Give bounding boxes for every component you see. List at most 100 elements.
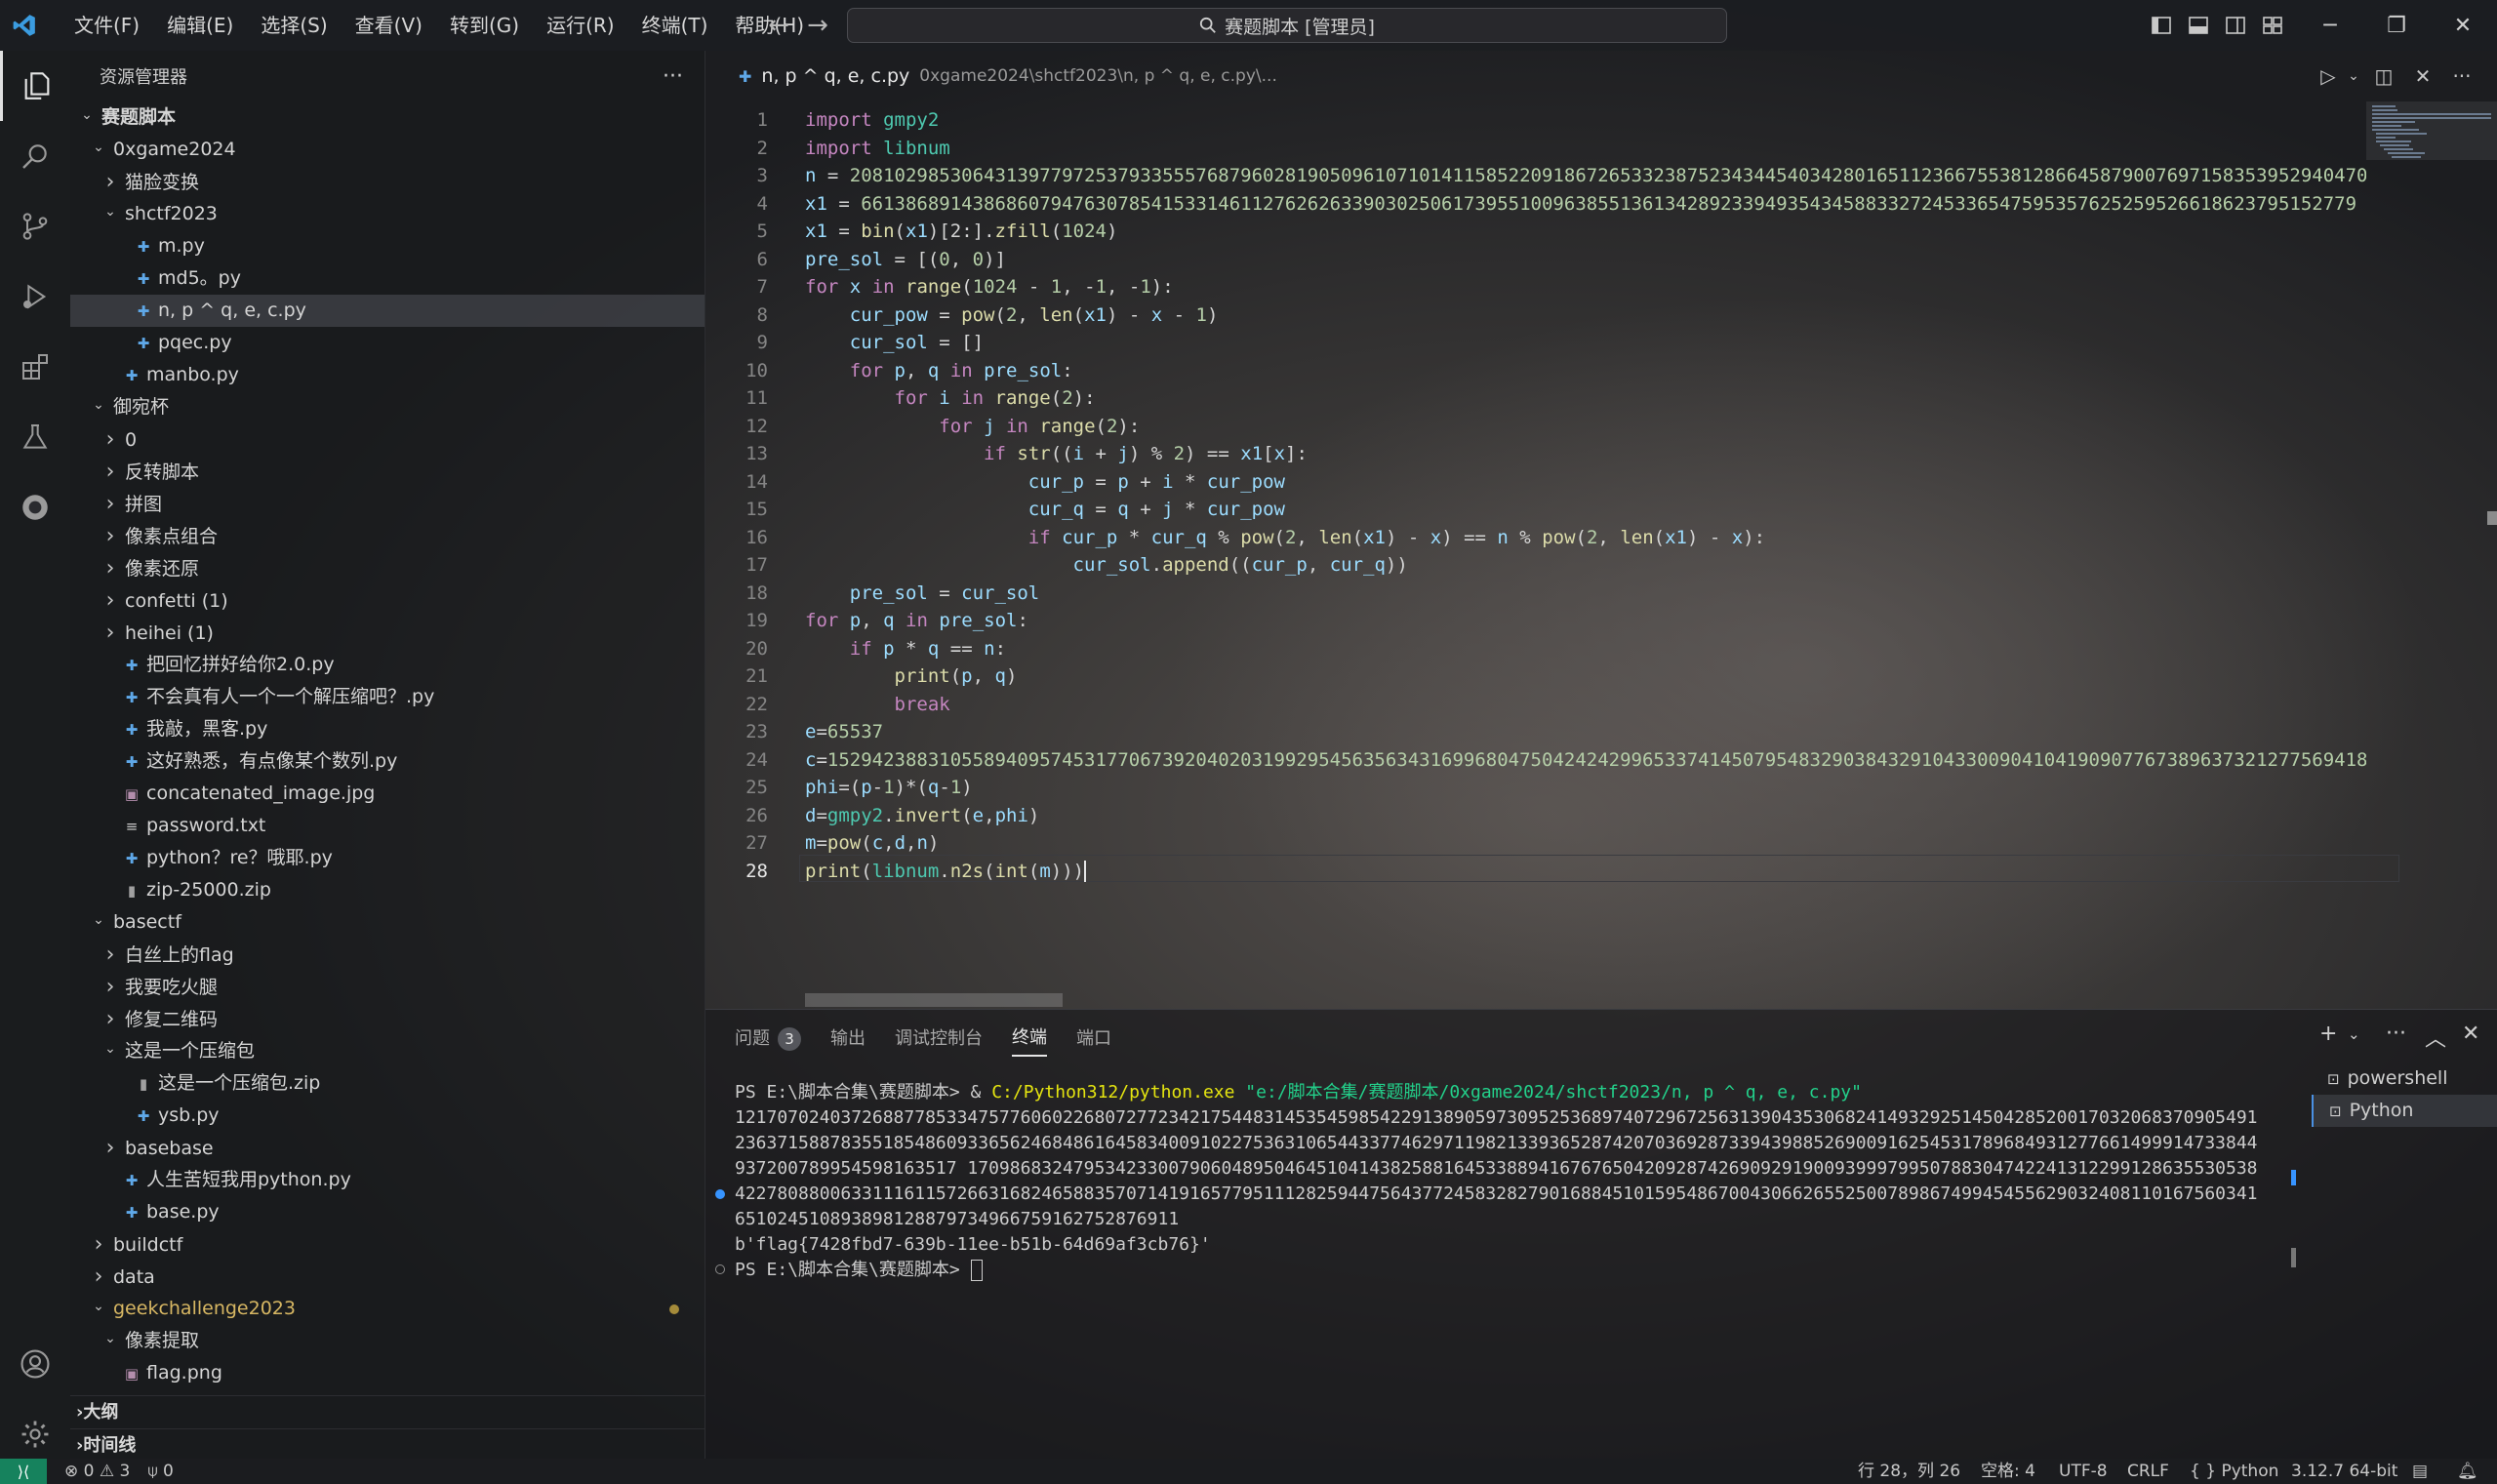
forward-arrow-icon[interactable]: → [798,11,837,40]
horizontal-scrollbar[interactable] [805,993,1063,1007]
run-file-icon[interactable]: ▷ [2314,64,2343,88]
panel-more-icon[interactable]: ··· [2386,1022,2406,1046]
source-control-icon[interactable] [0,191,70,261]
close-panel-icon[interactable]: ✕ [2462,1022,2479,1046]
tab-terminal[interactable]: 终端 [1012,1023,1047,1057]
command-center-search[interactable]: 赛题脚本 [管理员] [847,8,1727,43]
folder-item[interactable]: › data [70,1261,705,1293]
toggle-secondary-sidebar-icon[interactable] [2217,0,2254,51]
remote-indicator-icon[interactable]: ⟩⟨ [0,1459,47,1484]
indentation[interactable]: 空格: 4 [1981,1459,2035,1484]
folder-item[interactable]: ⌄ geekchallenge2023 [70,1293,705,1325]
encoding[interactable]: UTF-8 [2059,1459,2108,1484]
close-window-icon[interactable]: ✕ [2430,0,2496,51]
menu-selection[interactable]: 选择(S) [247,0,341,51]
maximize-panel-icon[interactable]: ︿ [2425,1022,2446,1053]
file-item[interactable]: ✚ 把回忆拼好给你2.0.py [70,649,705,681]
explorer-icon[interactable] [0,51,70,121]
tab-ports[interactable]: 端口 [1076,1024,1111,1056]
split-editor-icon[interactable]: ◫ [2364,64,2403,88]
toggle-panel-icon[interactable] [2180,0,2217,51]
outline-section[interactable]: ›大纲 [70,1395,705,1428]
editor-more-icon[interactable]: ··· [2442,64,2481,88]
folder-item[interactable]: › 修复二维码 [70,1003,705,1035]
tab-output[interactable]: 输出 [830,1024,866,1056]
file-item[interactable]: ✚ base.py [70,1196,705,1228]
toggle-primary-sidebar-icon[interactable] [2143,0,2180,51]
file-item[interactable]: ✚ manbo.py [70,359,705,391]
tab-debug-console[interactable]: 调试控制台 [895,1024,983,1056]
file-item[interactable]: ✚ n, p ^ q, e, c.py [70,295,705,327]
explorer-more-icon[interactable]: ··· [663,64,683,89]
file-item[interactable]: ≡ password.txt [70,810,705,842]
menu-edit[interactable]: 编辑(E) [153,0,247,51]
new-terminal-icon[interactable]: + [2319,1022,2337,1046]
minimize-icon[interactable]: ─ [2297,0,2363,51]
menu-terminal[interactable]: 终端(T) [628,0,722,51]
terminal-scrollbar[interactable] [2291,1248,2296,1267]
feedback-icon[interactable]: ▤ [2412,1459,2428,1484]
file-item[interactable]: ▣ flag.png [70,1357,705,1389]
folder-item[interactable]: ⌄ 像素提取 [70,1325,705,1357]
tab-problems[interactable]: 问题 3 [735,1024,801,1057]
close-editor-icon[interactable]: ✕ [2403,64,2442,88]
timeline-section[interactable]: ›时间线 [70,1428,705,1462]
folder-item[interactable]: ⌄ 赛题脚本 [70,101,705,134]
menu-go[interactable]: 转到(G) [436,0,533,51]
folder-item[interactable]: › 像素点组合 [70,520,705,552]
folder-item[interactable]: ⌄ shctf2023 [70,198,705,230]
file-item[interactable]: ✚ md5。py [70,262,705,295]
ports-status[interactable]: ⍦ 0 [147,1462,173,1481]
terminal-dropdown-icon[interactable]: ⌄ [2348,1025,2360,1043]
menu-view[interactable]: 查看(V) [342,0,436,51]
folder-item[interactable]: › 我要吃火腿 [70,971,705,1003]
back-arrow-icon[interactable]: ← [759,11,798,40]
file-item[interactable]: ✚ 不会真有人一个一个解压缩吧？.py [70,681,705,713]
search-view-icon[interactable] [0,121,70,191]
folder-item[interactable]: ⌄ 御宛杯 [70,391,705,423]
customize-layout-icon[interactable] [2254,0,2291,51]
file-item[interactable]: ✚ python？re？哦耶.py [70,842,705,874]
file-item[interactable]: ✚ ysb.py [70,1100,705,1132]
file-item[interactable]: ✚ pqec.py [70,327,705,359]
problems-status[interactable]: ⊗ 0 ⚠ 3 [64,1462,130,1481]
minimap[interactable] [2366,101,2497,1009]
python-interpreter[interactable]: 3.12.7 64-bit [2291,1459,2397,1484]
notifications-bell-icon[interactable]: 🔔︎ [2457,1459,2478,1484]
extensions-icon[interactable] [0,332,70,402]
folder-item[interactable]: › 猫脸变换 [70,166,705,198]
terminal-powershell[interactable]: ⊡ powershell [2312,1063,2497,1095]
file-item[interactable]: ▮ 这是一个压缩包.zip [70,1067,705,1100]
editor-tab[interactable]: ✚ n, p ^ q, e, c.py 0xgame2024\shctf2023… [705,51,1277,101]
file-item[interactable]: ✚ 我敲，黑客.py [70,713,705,745]
remote-explorer-icon[interactable] [0,472,70,542]
folder-item[interactable]: › 像素还原 [70,552,705,584]
file-item[interactable]: ✚ m.py [70,230,705,262]
cursor-position[interactable]: 行 28，列 26 [1858,1459,1960,1484]
code-editor[interactable]: 1 import gmpy2 2 import libnum 3 n = 20810298… [705,101,2497,1009]
folder-item[interactable]: › 反转脚本 [70,456,705,488]
run-dropdown-icon[interactable]: ⌄ [2343,68,2364,84]
restore-icon[interactable]: ❐ [2363,0,2430,51]
testing-flask-icon[interactable] [0,402,70,472]
file-item[interactable]: ✚ 这好熟悉，有点像某个数列.py [70,745,705,778]
folder-item[interactable]: › 0 [70,423,705,456]
menu-run[interactable]: 运行(R) [533,0,628,51]
folder-item[interactable]: › buildctf [70,1228,705,1261]
run-debug-icon[interactable] [0,261,70,332]
folder-item[interactable]: › confetti (1) [70,584,705,617]
end-of-line[interactable]: CRLF [2127,1459,2169,1484]
file-item[interactable]: ▣ concatenated_image.jpg [70,778,705,810]
folder-item[interactable]: ⌄ 0xgame2024 [70,134,705,166]
terminal-python[interactable]: ⊡ Python [2312,1095,2497,1127]
accounts-icon[interactable] [0,1329,70,1399]
folder-item[interactable]: ⌄ basectf [70,906,705,939]
menu-file[interactable]: 文件(F) [60,0,153,51]
file-item[interactable]: ✚ 人生苦短我用python.py [70,1164,705,1196]
folder-item[interactable]: › basebase [70,1132,705,1164]
language-mode[interactable]: { } Python [2190,1459,2278,1484]
folder-item[interactable]: ⌄ 这是一个压缩包 [70,1035,705,1067]
folder-item[interactable]: › 白丝上的flag [70,939,705,971]
folder-item[interactable]: › heihei (1) [70,617,705,649]
file-item[interactable]: ▮ zip-25000.zip [70,874,705,906]
